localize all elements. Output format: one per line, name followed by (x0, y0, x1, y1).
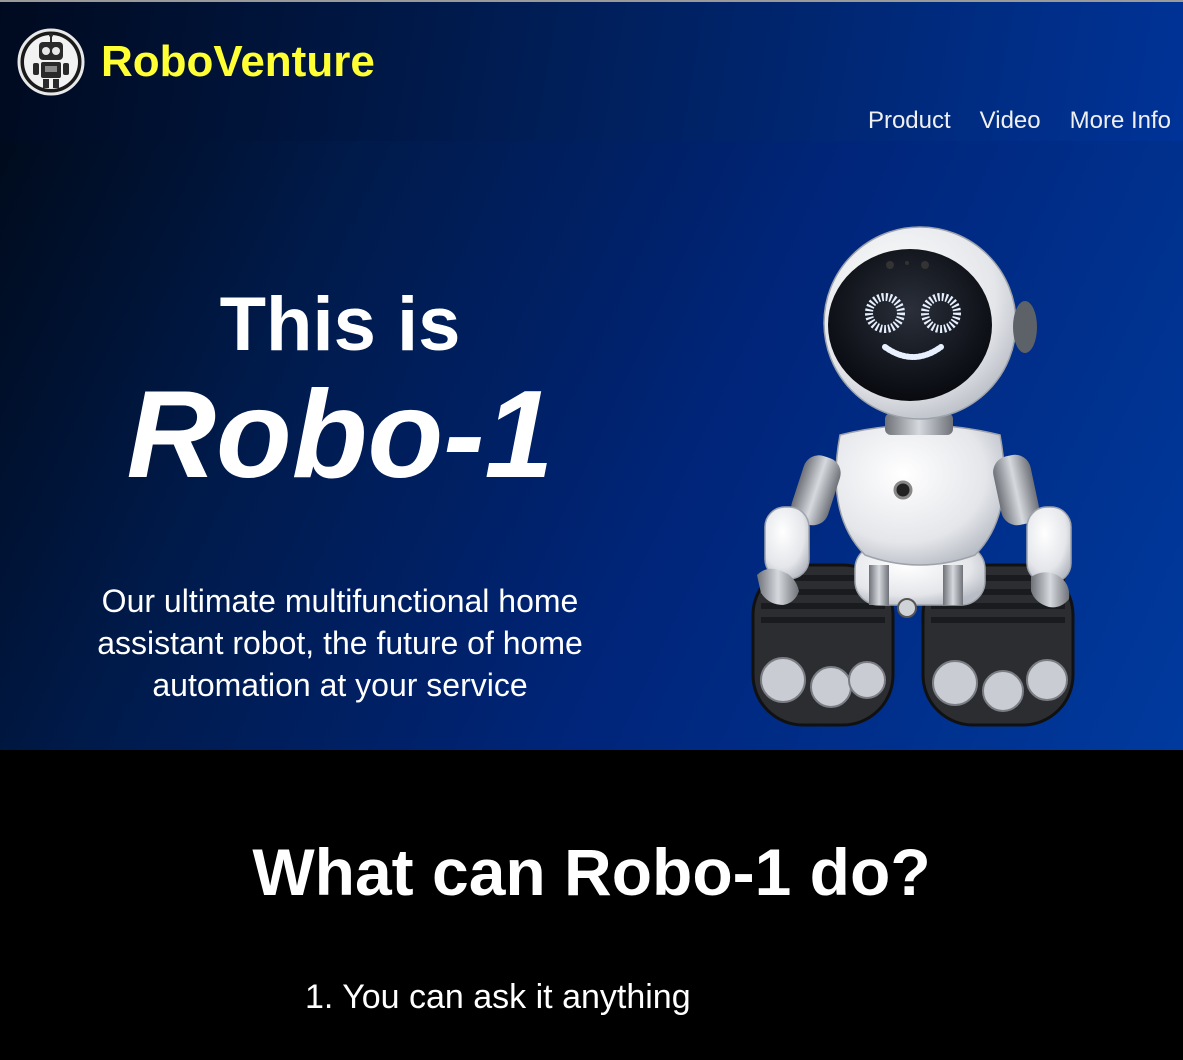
brand-name[interactable]: RoboVenture (101, 36, 375, 88)
hero-tagline: Our ultimate multifunctional home assist… (97, 583, 583, 703)
main-nav: Product Video More Info (868, 105, 1171, 137)
features-title: What can Robo-1 do? (252, 835, 931, 909)
page: RoboVenture Product Video More Info This… (0, 0, 1183, 1060)
hero-title-line1: This is (219, 282, 461, 367)
robo-1-robot-image (751, 226, 1075, 727)
nav-item-product[interactable]: Product (868, 105, 951, 137)
robot-logo-icon[interactable] (17, 28, 85, 96)
hero-heading: This is Robo-1 (40, 280, 640, 500)
hero-title-product-name: Robo-1 (126, 366, 554, 504)
nav-item-more-info[interactable]: More Info (1070, 105, 1171, 137)
nav-item-video[interactable]: Video (980, 105, 1041, 137)
site-header: RoboVenture Product Video More Info (0, 2, 1183, 141)
feature-list-item: 1. You can ask it anything (305, 978, 691, 1016)
